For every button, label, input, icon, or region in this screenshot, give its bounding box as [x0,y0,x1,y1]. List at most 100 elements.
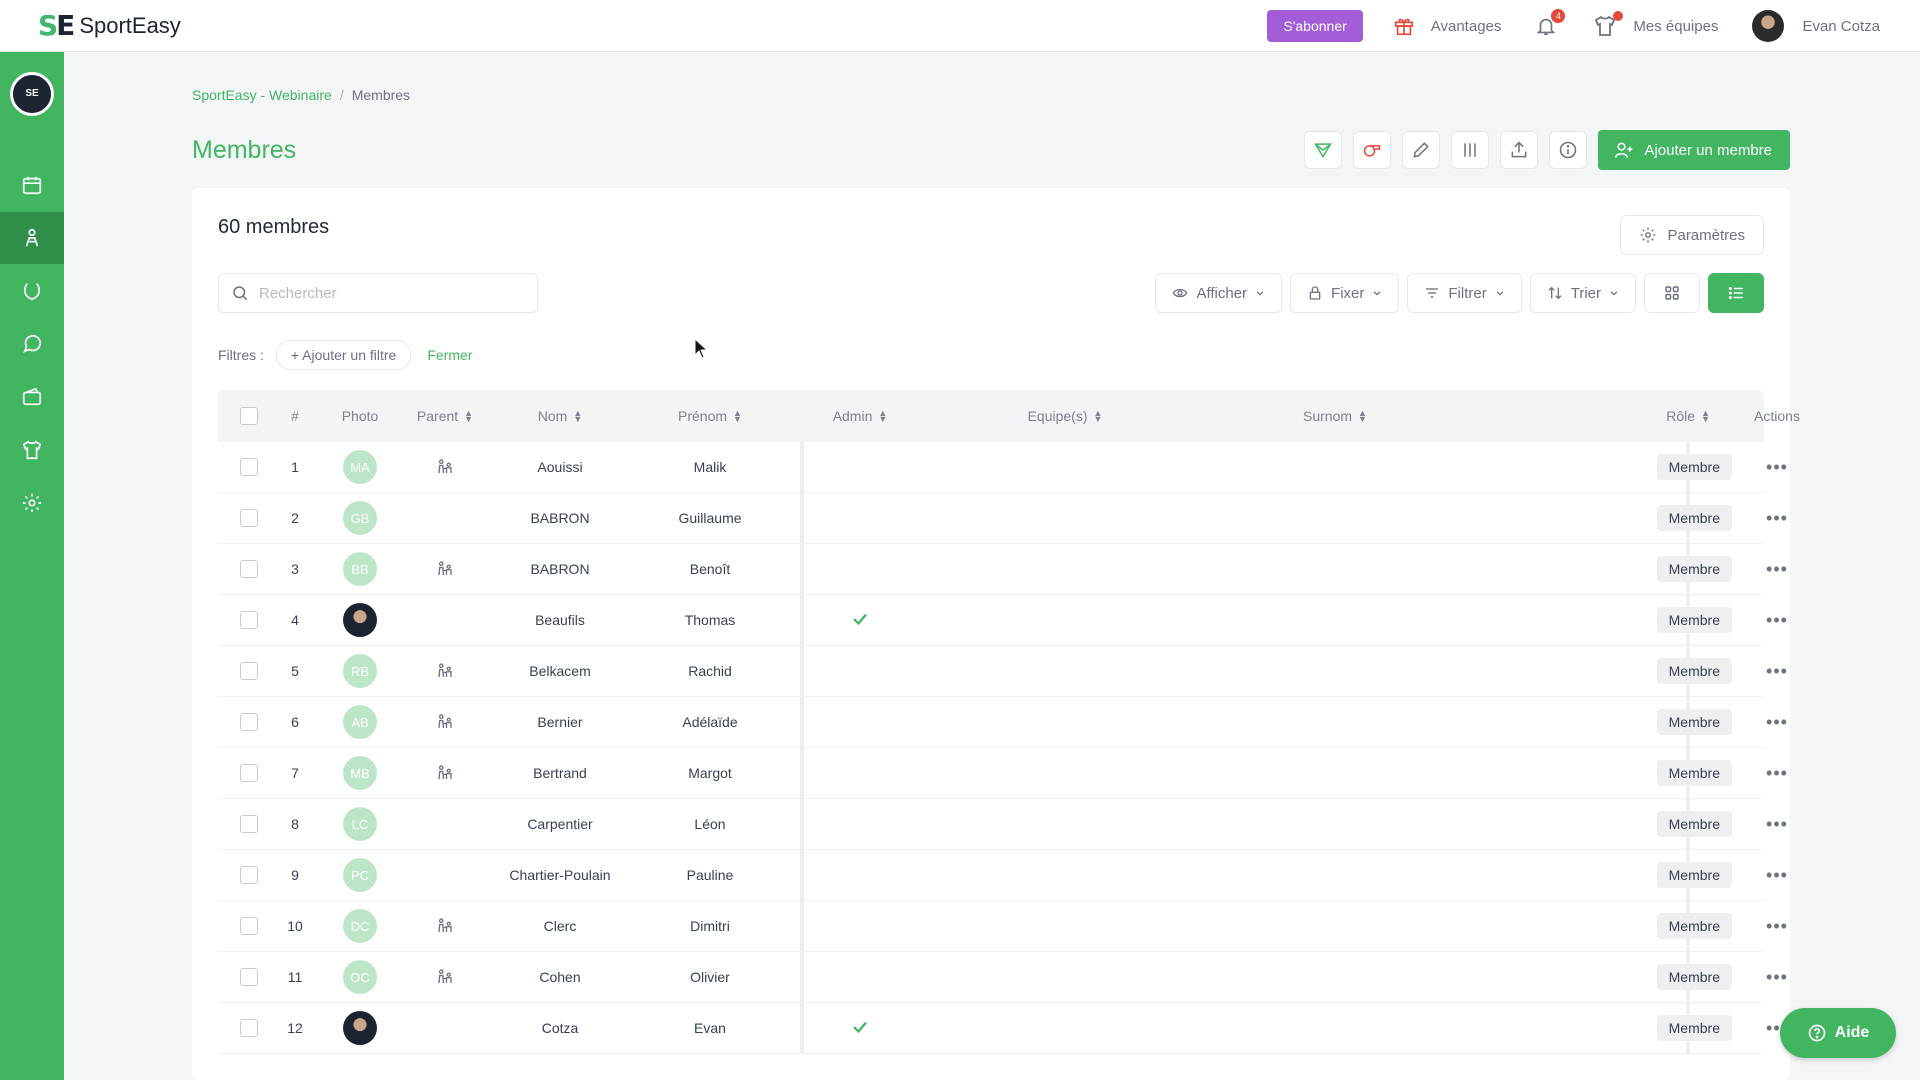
select-all-checkbox[interactable] [240,407,258,425]
search-input[interactable] [259,284,519,302]
list-view-button[interactable] [1708,273,1764,313]
role-badge[interactable]: Membre [1656,913,1732,939]
sidebar-item-shop[interactable] [0,424,64,476]
pin-dropdown[interactable]: Fixer [1290,273,1400,313]
row-last-name[interactable]: Bertrand [480,765,640,781]
row-last-name[interactable]: Bernier [480,714,640,730]
row-checkbox[interactable] [240,662,258,680]
edit-button[interactable] [1402,131,1441,169]
avatar-initials[interactable]: LC [343,807,377,841]
subscribe-button[interactable]: S'abonner [1267,10,1363,42]
row-checkbox[interactable] [240,917,258,935]
row-checkbox[interactable] [240,815,258,833]
more-actions-icon[interactable]: ••• [1766,559,1788,580]
row-last-name[interactable]: Carpentier [480,816,640,832]
export-button[interactable] [1500,131,1539,169]
params-button[interactable]: Paramètres [1620,215,1764,255]
row-first-name[interactable]: Thomas [640,612,780,628]
table-row[interactable]: 10 DC Clerc Dimitri Membre ••• [218,901,1787,952]
avatar[interactable] [343,1011,377,1045]
role-badge[interactable]: Membre [1656,1015,1732,1041]
row-checkbox[interactable] [240,713,258,731]
sidebar-item-stats[interactable] [0,265,64,317]
sidebar-item-messages[interactable] [0,318,64,370]
row-last-name[interactable]: Belkacem [480,663,640,679]
table-row[interactable]: 7 MB Bertrand Margot Membre ••• [218,748,1787,799]
avatar-initials[interactable]: DC [343,909,377,943]
user-avatar[interactable] [1752,10,1785,42]
avatar-initials[interactable]: BB [343,552,377,586]
more-actions-icon[interactable]: ••• [1766,457,1788,478]
whistle-button[interactable] [1353,131,1392,169]
role-badge[interactable]: Membre [1656,862,1732,888]
filter-dropdown[interactable]: Filtrer [1407,273,1522,313]
row-last-name[interactable]: Cohen [480,969,640,985]
sort-dropdown[interactable]: Trier [1529,273,1636,313]
role-badge[interactable]: Membre [1656,607,1732,633]
row-first-name[interactable]: Pauline [640,867,780,883]
avatar[interactable] [343,603,377,637]
avatar-initials[interactable]: OC [343,960,377,994]
avatar-initials[interactable]: MB [343,756,377,790]
row-first-name[interactable]: Margot [640,765,780,781]
more-actions-icon[interactable]: ••• [1766,916,1788,937]
add-filter-button[interactable]: + Ajouter un filtre [275,340,412,370]
more-actions-icon[interactable]: ••• [1766,967,1788,988]
send-button[interactable] [1304,131,1343,169]
more-actions-icon[interactable]: ••• [1766,814,1788,835]
role-badge[interactable]: Membre [1656,709,1732,735]
role-badge[interactable]: Membre [1656,964,1732,990]
row-first-name[interactable]: Malik [640,459,780,475]
breadcrumb-team-link[interactable]: SportEasy - Webinaire [192,87,332,103]
add-member-button[interactable]: Ajouter un membre [1598,130,1790,170]
columns-button[interactable] [1451,131,1490,169]
table-row[interactable]: 1 MA Aouissi Malik Membre ••• [218,442,1787,493]
row-checkbox[interactable] [240,458,258,476]
table-row[interactable]: 6 AB Bernier Adélaïde Membre ••• [218,697,1787,748]
more-actions-icon[interactable]: ••• [1766,763,1788,784]
row-last-name[interactable]: BABRON [480,510,640,526]
sidebar-item-members[interactable] [0,212,64,264]
brand-logo[interactable]: SE SportEasy [38,9,181,42]
row-checkbox[interactable] [240,968,258,986]
role-badge[interactable]: Membre [1656,760,1732,786]
my-teams-link[interactable]: Mes équipes [1593,11,1718,38]
more-actions-icon[interactable]: ••• [1766,865,1788,886]
avatar-initials[interactable]: AB [343,705,377,739]
header-surnom[interactable]: Surnom ▲ ▼ [1210,408,1460,424]
row-checkbox[interactable] [240,764,258,782]
row-checkbox[interactable] [240,611,258,629]
more-actions-icon[interactable]: ••• [1766,661,1788,682]
more-actions-icon[interactable]: ••• [1766,508,1788,529]
row-last-name[interactable]: Beaufils [480,612,640,628]
role-badge[interactable]: Membre [1656,811,1732,837]
role-badge[interactable]: Membre [1656,556,1732,582]
row-checkbox[interactable] [240,1019,258,1037]
role-badge[interactable]: Membre [1656,658,1732,684]
close-filters-link[interactable]: Fermer [427,347,472,363]
display-dropdown[interactable]: Afficher [1155,273,1283,313]
user-name[interactable]: Evan Cotza [1802,18,1880,35]
avatar-initials[interactable]: MA [343,450,377,484]
avatar-initials[interactable]: RB [343,654,377,688]
sidebar-item-payments[interactable] [0,371,64,423]
avatar-initials[interactable]: PC [343,858,377,892]
advantages-link[interactable]: Avantages [1393,15,1501,37]
row-checkbox[interactable] [240,560,258,578]
table-row[interactable]: 3 BB BABRON Benoît Membre ••• [218,544,1787,595]
row-first-name[interactable]: Dimitri [640,918,780,934]
row-last-name[interactable]: Aouissi [480,459,640,475]
more-actions-icon[interactable]: ••• [1766,712,1788,733]
table-row[interactable]: 4 Beaufils Thomas Membre ••• [218,595,1787,646]
more-actions-icon[interactable]: ••• [1766,610,1788,631]
row-checkbox[interactable] [240,866,258,884]
table-row[interactable]: 5 RB Belkacem Rachid Membre ••• [218,646,1787,697]
sidebar-item-settings[interactable] [0,477,64,529]
header-nom[interactable]: Nom ▲ ▼ [480,408,640,424]
search-box[interactable] [218,273,538,313]
grid-view-button[interactable] [1644,273,1700,313]
avatar-initials[interactable]: GB [343,501,377,535]
row-first-name[interactable]: Benoît [640,561,780,577]
row-first-name[interactable]: Guillaume [640,510,780,526]
header-parent[interactable]: Parent ▲ ▼ [410,408,480,424]
